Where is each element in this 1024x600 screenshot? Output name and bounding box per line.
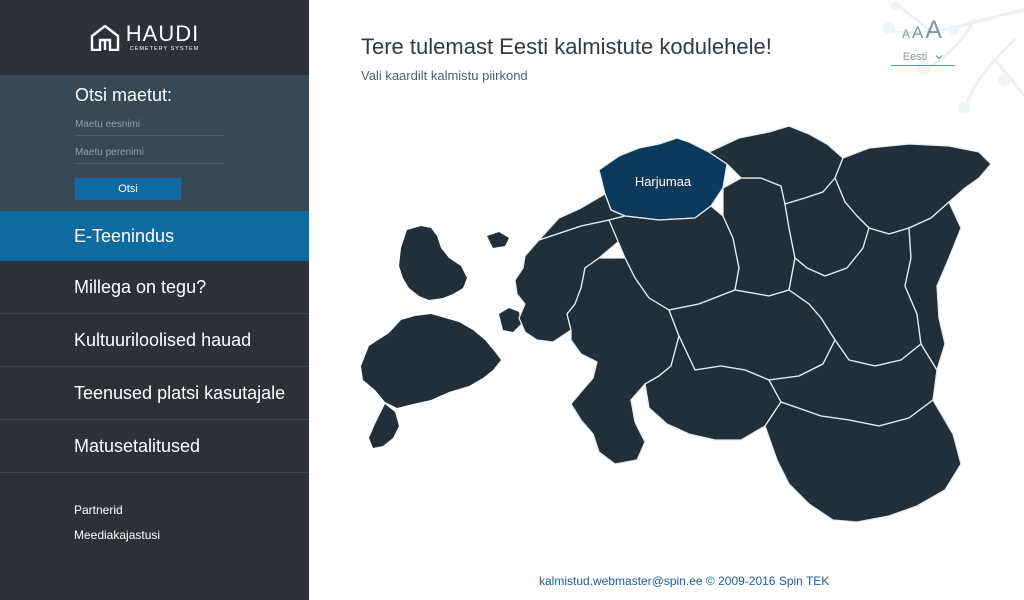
nav-item-teenused-platsi-kasutajale[interactable]: Teenused platsi kasutajale xyxy=(0,367,309,420)
nav-item-kultuuriloolised-hauad[interactable]: Kultuuriloolised hauad xyxy=(0,314,309,367)
last-name-input[interactable] xyxy=(75,142,225,164)
font-size-large-button[interactable]: A xyxy=(925,16,942,45)
estonia-map: Harjumaa xyxy=(361,125,992,523)
map-island-sorve[interactable] xyxy=(369,404,399,448)
map-regions xyxy=(514,125,992,523)
link-meediakajastusi[interactable]: Meediakajastusi xyxy=(74,528,309,542)
tree-branch-decoration xyxy=(882,1,1024,114)
logo-subtitle: CEMETERY SYSTEM xyxy=(129,45,200,52)
search-title: Otsi maetut: xyxy=(75,85,173,105)
logo[interactable]: HAUDI CEMETERY SYSTEM xyxy=(90,20,200,53)
first-name-input[interactable] xyxy=(75,114,225,136)
page-subtitle: Vali kaardilt kalmistu piirkond xyxy=(361,68,528,83)
nav-item-millega-on-tegu[interactable]: Millega on tegu? xyxy=(0,261,309,314)
harjumaa-label: Harjumaa xyxy=(635,174,692,189)
footer-text[interactable]: kalmistud.webmaster@spin.ee © 2009-2016 … xyxy=(539,574,829,588)
logo-house-icon xyxy=(90,24,119,51)
sidebar: HAUDI CEMETERY SYSTEM Otsi maetut: Otsi … xyxy=(0,0,309,600)
map-island-muhu[interactable] xyxy=(499,308,521,332)
logo-area: HAUDI CEMETERY SYSTEM xyxy=(0,0,309,75)
link-partnerid[interactable]: Partnerid xyxy=(74,503,309,517)
search-button[interactable]: Otsi xyxy=(75,178,181,200)
page-title: Tere tulemast Eesti kalmistute kodulehel… xyxy=(361,34,772,59)
font-size-small-button[interactable]: A xyxy=(902,27,910,41)
map-island-vormsi[interactable] xyxy=(487,232,509,248)
map-island-hiiumaa[interactable] xyxy=(399,226,467,300)
chevron-down-icon xyxy=(935,54,943,59)
main-content: Tere tulemast Eesti kalmistute kodulehel… xyxy=(309,0,1024,600)
nav-item-e-teenindus[interactable]: E-Teenindus xyxy=(0,211,309,261)
logo-name: HAUDI xyxy=(125,20,200,46)
search-panel: Otsi maetut: Otsi xyxy=(0,75,309,211)
language-select[interactable]: Eesti xyxy=(891,48,955,66)
font-size-controls: A A A xyxy=(902,16,942,45)
map-island-saaremaa[interactable] xyxy=(361,314,501,408)
secondary-links: Partnerid Meediakajastusi xyxy=(0,473,309,542)
font-size-medium-button[interactable]: A xyxy=(912,23,923,43)
main-nav: E-Teenindus Millega on tegu? Kultuuriloo… xyxy=(0,211,309,473)
nav-item-matusetalitused[interactable]: Matusetalitused xyxy=(0,420,309,473)
language-label: Eesti xyxy=(902,50,928,63)
